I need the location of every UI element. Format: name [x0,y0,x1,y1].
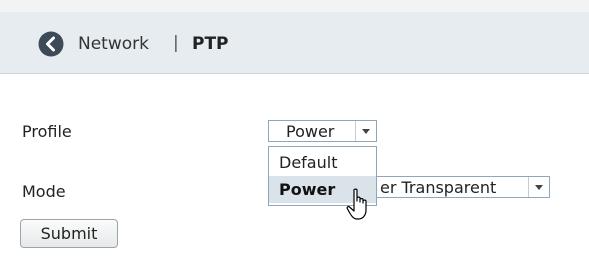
profile-label: Profile [22,122,72,141]
hand-pointer-cursor-icon [346,188,372,222]
breadcrumb-separator: | [173,33,179,53]
chevron-left-circle-icon [38,31,64,57]
page-header: Network | PTP [0,12,589,74]
submit-button[interactable]: Submit [20,219,118,248]
back-button[interactable] [38,31,64,57]
breadcrumb-current-page: PTP [192,34,229,54]
mode-select-value: er Transparent [380,178,497,197]
caret-down-icon[interactable] [355,121,376,141]
caret-down-icon[interactable] [528,177,549,197]
profile-select-value: Power [286,122,335,141]
mode-label: Mode [22,182,66,201]
profile-option-default[interactable]: Default [269,149,376,176]
top-strip [0,0,589,12]
breadcrumb-network-link[interactable]: Network [78,34,149,54]
profile-select[interactable]: Power [268,120,377,142]
